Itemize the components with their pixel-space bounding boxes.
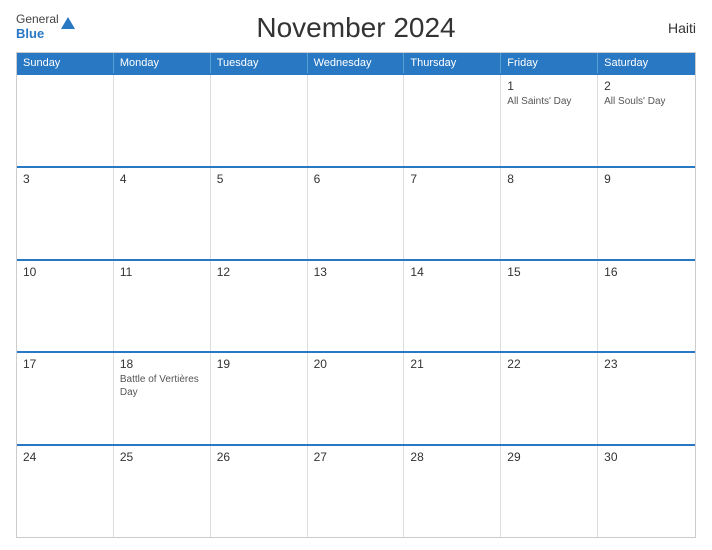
calendar-day-cell: 26 (211, 446, 308, 537)
day-number: 30 (604, 450, 689, 464)
day-number: 8 (507, 172, 591, 186)
calendar-header: General Blue November 2024 Haiti (16, 12, 696, 44)
logo-blue: Blue (16, 26, 59, 41)
calendar-day-cell: 28 (404, 446, 501, 537)
weekday-header-cell: Saturday (598, 53, 695, 73)
day-event: Battle of Vertières Day (120, 373, 204, 399)
calendar-day-cell: 8 (501, 168, 598, 259)
day-number: 17 (23, 357, 107, 371)
day-number: 23 (604, 357, 689, 371)
calendar-week-row: 10 11 12 13 14 15 16 (17, 259, 695, 352)
logo-general: General (16, 12, 59, 26)
calendar-day-cell: 25 (114, 446, 211, 537)
weekday-header-cell: Monday (114, 53, 211, 73)
logo: General Blue (16, 12, 75, 41)
calendar-week-row: 1 All Saints' Day 2 All Souls' Day (17, 73, 695, 166)
calendar-day-cell: 27 (308, 446, 405, 537)
day-number: 22 (507, 357, 591, 371)
calendar-day-cell: 7 (404, 168, 501, 259)
calendar-day-cell: 4 (114, 168, 211, 259)
calendar-day-cell: 21 (404, 353, 501, 444)
calendar-day-cell: 23 (598, 353, 695, 444)
calendar-day-cell: 11 (114, 261, 211, 352)
calendar-day-cell: 13 (308, 261, 405, 352)
weekday-header-row: SundayMondayTuesdayWednesdayThursdayFrid… (17, 53, 695, 73)
calendar-day-cell: 18 Battle of Vertières Day (114, 353, 211, 444)
day-number: 28 (410, 450, 494, 464)
weekday-header-cell: Wednesday (308, 53, 405, 73)
calendar-week-row: 24 25 26 27 28 29 30 (17, 444, 695, 537)
day-number: 4 (120, 172, 204, 186)
page: General Blue November 2024 Haiti SundayM… (0, 0, 712, 550)
day-number: 26 (217, 450, 301, 464)
calendar-grid: SundayMondayTuesdayWednesdayThursdayFrid… (16, 52, 696, 538)
calendar-day-cell: 29 (501, 446, 598, 537)
day-number: 24 (23, 450, 107, 464)
day-number: 9 (604, 172, 689, 186)
day-number: 10 (23, 265, 107, 279)
day-number: 16 (604, 265, 689, 279)
calendar-day-cell: 2 All Souls' Day (598, 75, 695, 166)
day-number: 12 (217, 265, 301, 279)
calendar-day-cell: 9 (598, 168, 695, 259)
calendar-day-cell: 14 (404, 261, 501, 352)
weekday-header-cell: Thursday (404, 53, 501, 73)
calendar-body: 1All Saints' Day2All Souls' Day345678910… (17, 73, 695, 537)
day-number: 25 (120, 450, 204, 464)
calendar-day-cell: 1 All Saints' Day (501, 75, 598, 166)
calendar-day-cell: 17 (17, 353, 114, 444)
calendar-day-cell (17, 75, 114, 166)
day-number: 27 (314, 450, 398, 464)
calendar-day-cell: 16 (598, 261, 695, 352)
calendar-day-cell: 22 (501, 353, 598, 444)
day-number: 15 (507, 265, 591, 279)
day-number: 21 (410, 357, 494, 371)
calendar-day-cell (308, 75, 405, 166)
day-number: 29 (507, 450, 591, 464)
day-number: 19 (217, 357, 301, 371)
calendar-day-cell (114, 75, 211, 166)
weekday-header-cell: Sunday (17, 53, 114, 73)
day-number: 11 (120, 265, 204, 279)
day-number: 1 (507, 79, 591, 93)
weekday-header-cell: Friday (501, 53, 598, 73)
day-number: 18 (120, 357, 204, 371)
calendar-day-cell: 24 (17, 446, 114, 537)
calendar-title: November 2024 (256, 12, 455, 44)
logo-chevron-icon (61, 17, 75, 29)
calendar-day-cell: 15 (501, 261, 598, 352)
day-number: 6 (314, 172, 398, 186)
day-number: 14 (410, 265, 494, 279)
calendar-day-cell: 12 (211, 261, 308, 352)
calendar-week-row: 3456789 (17, 166, 695, 259)
weekday-header-cell: Tuesday (211, 53, 308, 73)
calendar-day-cell: 20 (308, 353, 405, 444)
calendar-day-cell: 10 (17, 261, 114, 352)
calendar-day-cell: 3 (17, 168, 114, 259)
day-number: 13 (314, 265, 398, 279)
day-event: All Saints' Day (507, 95, 591, 108)
day-number: 20 (314, 357, 398, 371)
calendar-day-cell: 6 (308, 168, 405, 259)
day-number: 2 (604, 79, 689, 93)
day-event: All Souls' Day (604, 95, 689, 108)
day-number: 5 (217, 172, 301, 186)
calendar-day-cell: 5 (211, 168, 308, 259)
calendar-day-cell: 19 (211, 353, 308, 444)
calendar-week-row: 17 18 Battle of Vertières Day 19 20 21 22 23 (17, 351, 695, 444)
logo-text: General Blue (16, 12, 59, 41)
day-number: 7 (410, 172, 494, 186)
calendar-day-cell (404, 75, 501, 166)
country-label: Haiti (668, 20, 696, 36)
day-number: 3 (23, 172, 107, 186)
calendar-day-cell: 30 (598, 446, 695, 537)
calendar-day-cell (211, 75, 308, 166)
